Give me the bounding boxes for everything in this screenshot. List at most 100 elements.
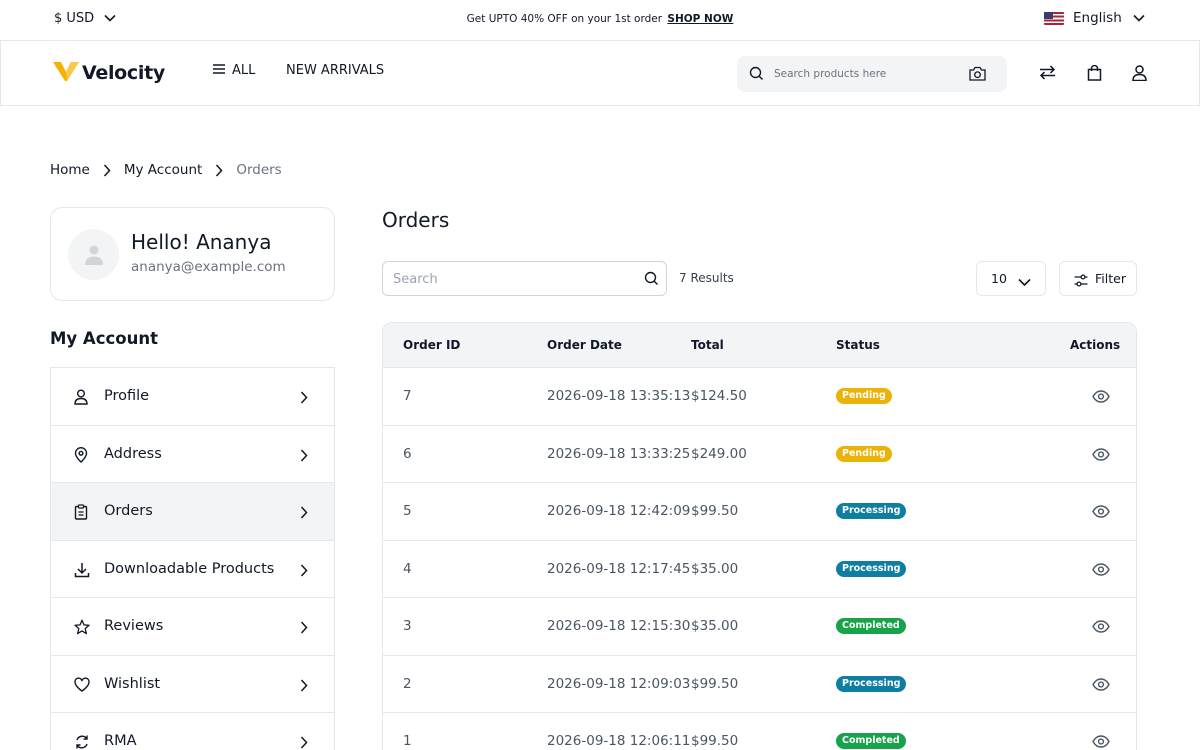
star-icon (74, 619, 90, 639)
filter-button[interactable]: Filter (1059, 261, 1137, 296)
breadcrumb-home[interactable]: Home (50, 162, 90, 178)
status-badge: Processing (836, 560, 907, 577)
order-date-cell: 2026-09-18 13:35:13 (547, 388, 691, 404)
table-row: 4 2026-09-18 12:17:45 $35.00 Processing (383, 541, 1136, 598)
shop-now-link[interactable]: SHOP NOW (667, 13, 733, 25)
language-selector[interactable]: English (1044, 10, 1145, 26)
filter-label: Filter (1095, 271, 1126, 286)
sidebar-item-label: Orders (104, 503, 153, 519)
sidebar-item-label: RMA (104, 733, 137, 749)
velocity-logo[interactable]: Velocity (53, 60, 165, 86)
sidebar-item-profile[interactable]: Profile (51, 368, 334, 426)
sidebar-item-wishlist[interactable]: Wishlist (51, 656, 334, 713)
hamburger-icon (213, 63, 225, 78)
user-icon (74, 389, 88, 409)
camera-search-icon[interactable] (969, 66, 986, 85)
table-row: 6 2026-09-18 13:33:25 $249.00 Pending (383, 426, 1136, 483)
column-header-total[interactable]: Total (691, 338, 724, 352)
order-date-cell: 2026-09-18 12:15:30 (547, 618, 691, 634)
sidebar-item-label: Address (104, 445, 162, 462)
per-page-value: 10 (991, 271, 1007, 286)
table-row: 7 2026-09-18 13:35:13 $124.50 Pending (383, 368, 1136, 426)
table-row: 3 2026-09-18 12:15:30 $35.00 Completed (383, 598, 1136, 656)
orders-search-input[interactable] (393, 269, 633, 289)
greeting-text: Hello! Ananya (131, 230, 272, 254)
sidebar-item-label: Wishlist (104, 675, 161, 692)
order-total-cell: $99.50 (691, 733, 739, 749)
column-header-order-id[interactable]: Order ID (403, 338, 460, 352)
order-date-cell: 2026-09-18 12:09:03 (547, 675, 691, 692)
order-total-cell: $99.50 (691, 675, 739, 692)
sidebar-item-label: Reviews (104, 618, 164, 634)
table-header: Order ID Order Date Total Status Actions (383, 323, 1136, 368)
search-icon[interactable] (749, 66, 764, 85)
nav-all-label: ALL (232, 63, 256, 78)
sidebar-item-rma[interactable]: RMA (51, 713, 334, 750)
view-eye-icon[interactable] (1092, 618, 1110, 637)
clipboard-icon (74, 504, 88, 524)
chevron-right-icon (300, 389, 308, 408)
promo-text: Get UPTO 40% OFF on your 1st order (466, 13, 663, 25)
column-header-actions: Actions (1070, 338, 1121, 352)
sidebar-item-reviews[interactable]: Reviews (51, 598, 334, 656)
my-account-heading: My Account (50, 329, 158, 348)
sidebar-item-orders[interactable]: Orders (51, 483, 334, 541)
user-account-icon[interactable] (1132, 65, 1147, 85)
sidebar-item-downloadable-products[interactable]: Downloadable Products (51, 541, 334, 598)
user-email: ananya@example.com (131, 259, 286, 275)
view-eye-icon[interactable] (1092, 733, 1110, 750)
view-eye-icon[interactable] (1092, 561, 1110, 580)
compare-arrows-icon[interactable] (1039, 65, 1056, 84)
location-pin-icon (74, 446, 88, 467)
per-page-select[interactable]: 10 (976, 261, 1046, 296)
breadcrumb-my-account[interactable]: My Account (124, 162, 202, 178)
view-eye-icon[interactable] (1092, 446, 1110, 465)
chevron-right-icon (300, 734, 308, 750)
status-badge: Processing (836, 503, 907, 519)
site-header: Velocity ALL NEW ARRIVALS (0, 41, 1200, 106)
table-row: 1 2026-09-18 12:06:11 $99.50 Completed (383, 713, 1136, 750)
view-eye-icon[interactable] (1092, 503, 1110, 522)
nav-all-menu[interactable]: ALL (213, 63, 255, 78)
heart-icon (74, 676, 90, 696)
promo-topbar: $ USD Get UPTO 40% OFF on your 1st order… (0, 0, 1200, 41)
view-eye-icon[interactable] (1092, 388, 1110, 407)
chevron-right-icon (300, 447, 308, 466)
status-badge: Pending (836, 445, 892, 462)
order-id-cell: 6 (403, 445, 412, 462)
sidebar-item-address[interactable]: Address (51, 426, 334, 483)
order-date-cell: 2026-09-18 12:06:11 (547, 733, 691, 749)
order-id-cell: 2 (403, 675, 412, 692)
order-date-cell: 2026-09-18 12:42:09 (547, 503, 691, 519)
status-badge: Completed (836, 618, 906, 634)
sliders-icon (1074, 272, 1088, 291)
breadcrumb-current: Orders (236, 162, 282, 178)
order-date-cell: 2026-09-18 13:33:25 (547, 445, 691, 462)
sidebar-item-label: Profile (104, 388, 150, 404)
order-id-cell: 4 (403, 560, 412, 577)
search-icon[interactable] (644, 271, 659, 290)
nav-new-arrivals[interactable]: NEW ARRIVALS (286, 63, 384, 78)
column-header-order-date[interactable]: Order Date (547, 338, 622, 352)
orders-search-box (382, 261, 667, 296)
breadcrumb: Home My Account Orders (50, 162, 282, 178)
chevron-down-icon (1133, 10, 1145, 26)
order-total-cell: $124.50 (691, 388, 747, 404)
logo-mark-icon (53, 60, 79, 86)
order-total-cell: $249.00 (691, 445, 747, 462)
status-badge: Completed (836, 733, 906, 749)
view-eye-icon[interactable] (1092, 676, 1110, 695)
promo-banner: Get UPTO 40% OFF on your 1st order SHOP … (0, 13, 1200, 25)
order-total-cell: $99.50 (691, 503, 739, 519)
status-badge: Pending (836, 388, 892, 404)
order-total-cell: $35.00 (691, 560, 739, 577)
shopping-bag-icon[interactable] (1087, 64, 1102, 85)
table-body: 7 2026-09-18 13:35:13 $124.50 Pending 6 … (383, 368, 1136, 750)
download-icon (74, 562, 90, 582)
chevron-right-icon (215, 163, 223, 177)
product-search-input[interactable] (774, 64, 964, 84)
order-id-cell: 7 (403, 388, 412, 404)
column-header-status[interactable]: Status (836, 338, 880, 352)
chevron-right-icon (300, 504, 308, 523)
orders-table: Order ID Order Date Total Status Actions… (382, 322, 1137, 750)
